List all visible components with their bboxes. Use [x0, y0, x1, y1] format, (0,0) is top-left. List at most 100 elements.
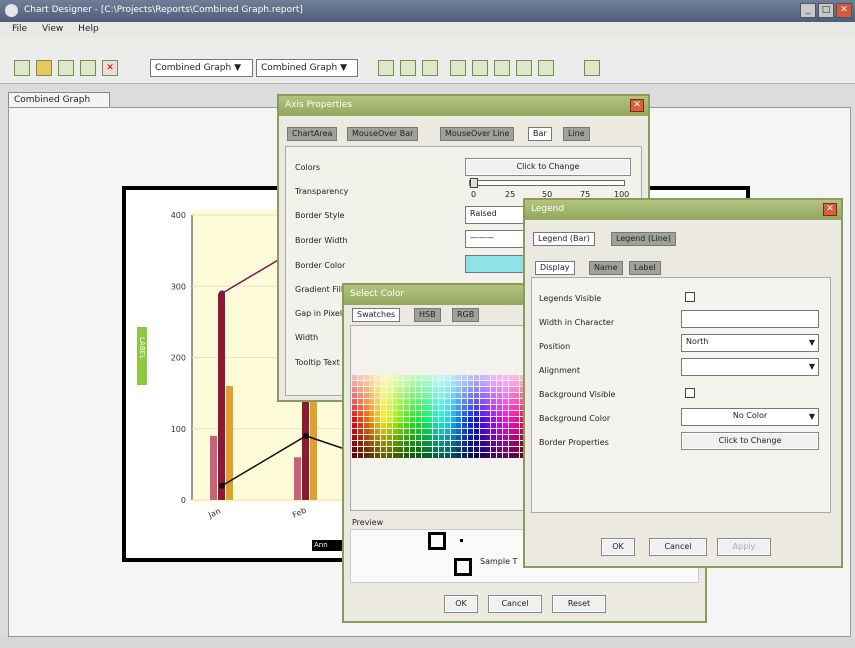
color-swatch[interactable]	[514, 405, 520, 410]
color-swatch[interactable]	[392, 453, 398, 458]
color-swatch[interactable]	[514, 411, 520, 416]
color-swatch[interactable]	[514, 423, 520, 428]
color-swatch[interactable]	[491, 381, 497, 386]
color-swatch[interactable]	[508, 417, 514, 422]
tab-rgb[interactable]: RGB	[452, 308, 480, 322]
color-swatch[interactable]	[404, 393, 410, 398]
width-char-field[interactable]	[681, 310, 819, 328]
color-swatch[interactable]	[369, 375, 375, 380]
color-swatch[interactable]	[421, 423, 427, 428]
color-swatch[interactable]	[392, 387, 398, 392]
color-swatch[interactable]	[410, 447, 415, 452]
color-swatch[interactable]	[462, 435, 468, 440]
color-swatch[interactable]	[450, 417, 456, 422]
color-swatch[interactable]	[415, 447, 421, 452]
color-swatch[interactable]	[363, 399, 369, 404]
alignment-select[interactable]: ▼	[681, 358, 819, 376]
color-swatch[interactable]	[462, 393, 468, 398]
color-swatch[interactable]	[485, 423, 491, 428]
color-swatch[interactable]	[444, 405, 450, 410]
color-swatch[interactable]	[369, 453, 375, 458]
color-swatch[interactable]	[421, 399, 427, 404]
color-swatch[interactable]	[433, 435, 439, 440]
color-swatch[interactable]	[352, 375, 357, 380]
color-swatch[interactable]	[410, 399, 415, 404]
color-swatch[interactable]	[357, 417, 363, 422]
color-swatch[interactable]	[508, 399, 514, 404]
color-swatch[interactable]	[479, 399, 485, 404]
color-swatch[interactable]	[357, 447, 363, 452]
color-swatch[interactable]	[357, 387, 363, 392]
transparency-thumb[interactable]	[470, 178, 478, 188]
color-swatch[interactable]	[357, 399, 363, 404]
color-swatch[interactable]	[491, 375, 497, 380]
color-swatch[interactable]	[392, 435, 398, 440]
color-swatch[interactable]	[485, 375, 491, 380]
color-swatch[interactable]	[352, 387, 357, 392]
color-swatch[interactable]	[363, 423, 369, 428]
color-swatch[interactable]	[433, 453, 439, 458]
color-swatch[interactable]	[439, 429, 444, 434]
color-swatch[interactable]	[514, 375, 520, 380]
color-swatch[interactable]	[479, 381, 485, 386]
color-swatch[interactable]	[479, 453, 485, 458]
color-swatch[interactable]	[468, 387, 473, 392]
color-swatch[interactable]	[427, 429, 433, 434]
color-swatch[interactable]	[404, 453, 410, 458]
legend-dialog-close-icon[interactable]: ✕	[823, 203, 837, 216]
color-swatch[interactable]	[375, 375, 381, 380]
color-swatch[interactable]	[392, 423, 398, 428]
color-swatch[interactable]	[444, 375, 450, 380]
legend-cancel-button[interactable]: Cancel	[649, 538, 707, 556]
tab-chartarea[interactable]: ChartArea	[287, 127, 338, 141]
color-swatch[interactable]	[369, 405, 375, 410]
color-swatch[interactable]	[462, 423, 468, 428]
color-swatch[interactable]	[485, 411, 491, 416]
color-swatch[interactable]	[421, 405, 427, 410]
color-swatch[interactable]	[491, 411, 497, 416]
color-swatch[interactable]	[421, 447, 427, 452]
color-swatch[interactable]	[479, 417, 485, 422]
color-swatch[interactable]	[468, 435, 473, 440]
color-swatch[interactable]	[439, 405, 444, 410]
color-swatch[interactable]	[439, 453, 444, 458]
colors-change-button[interactable]: Click to Change	[465, 158, 631, 176]
color-swatch[interactable]	[427, 453, 433, 458]
color-swatch[interactable]	[415, 375, 421, 380]
color-swatch[interactable]	[491, 447, 497, 452]
color-swatch[interactable]	[404, 399, 410, 404]
color-swatch[interactable]	[479, 447, 485, 452]
color-swatch[interactable]	[386, 441, 392, 446]
color-swatch[interactable]	[497, 393, 502, 398]
color-swatch[interactable]	[352, 381, 357, 386]
color-swatch[interactable]	[473, 423, 479, 428]
color-swatch[interactable]	[421, 387, 427, 392]
color-swatch[interactable]	[421, 417, 427, 422]
border-width-field[interactable]: ———	[465, 230, 525, 248]
color-swatch[interactable]	[473, 453, 479, 458]
color-swatch[interactable]	[415, 381, 421, 386]
color-swatch[interactable]	[410, 411, 415, 416]
border-properties-button[interactable]: Click to Change	[681, 432, 819, 450]
color-swatch[interactable]	[508, 411, 514, 416]
color-swatch[interactable]	[479, 405, 485, 410]
legend-ok-button[interactable]: OK	[601, 538, 635, 556]
color-swatch[interactable]	[456, 423, 462, 428]
color-swatch[interactable]	[485, 405, 491, 410]
color-swatch[interactable]	[352, 435, 357, 440]
color-swatch[interactable]	[462, 417, 468, 422]
color-swatch[interactable]	[479, 435, 485, 440]
color-swatch[interactable]	[427, 447, 433, 452]
color-swatch[interactable]	[497, 375, 502, 380]
color-swatch[interactable]	[514, 381, 520, 386]
color-swatch[interactable]	[444, 417, 450, 422]
color-swatch[interactable]	[508, 423, 514, 428]
color-swatch[interactable]	[450, 375, 456, 380]
color-swatch[interactable]	[357, 411, 363, 416]
color-swatch[interactable]	[381, 423, 386, 428]
color-swatch[interactable]	[468, 405, 473, 410]
color-swatch[interactable]	[491, 399, 497, 404]
color-swatch[interactable]	[514, 435, 520, 440]
color-swatch[interactable]	[404, 447, 410, 452]
color-swatch[interactable]	[375, 399, 381, 404]
